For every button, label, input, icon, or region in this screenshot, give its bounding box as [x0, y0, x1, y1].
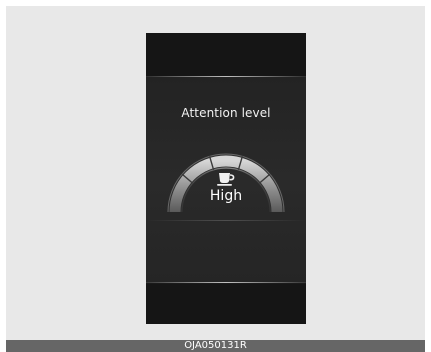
cluster-display: Attention level High	[146, 33, 306, 324]
figure-code-caption: OJA050131R	[6, 340, 425, 352]
attention-level-value: High	[209, 188, 243, 204]
top-divider	[146, 76, 306, 77]
display-top-band	[146, 33, 306, 76]
attention-level-title: Attention level	[181, 106, 271, 120]
figure-frame: Attention level High	[6, 6, 425, 340]
gauge-base-line	[146, 220, 306, 221]
display-bottom-band	[146, 284, 306, 324]
coffee-cup-icon	[217, 173, 235, 186]
bottom-divider	[146, 282, 306, 283]
